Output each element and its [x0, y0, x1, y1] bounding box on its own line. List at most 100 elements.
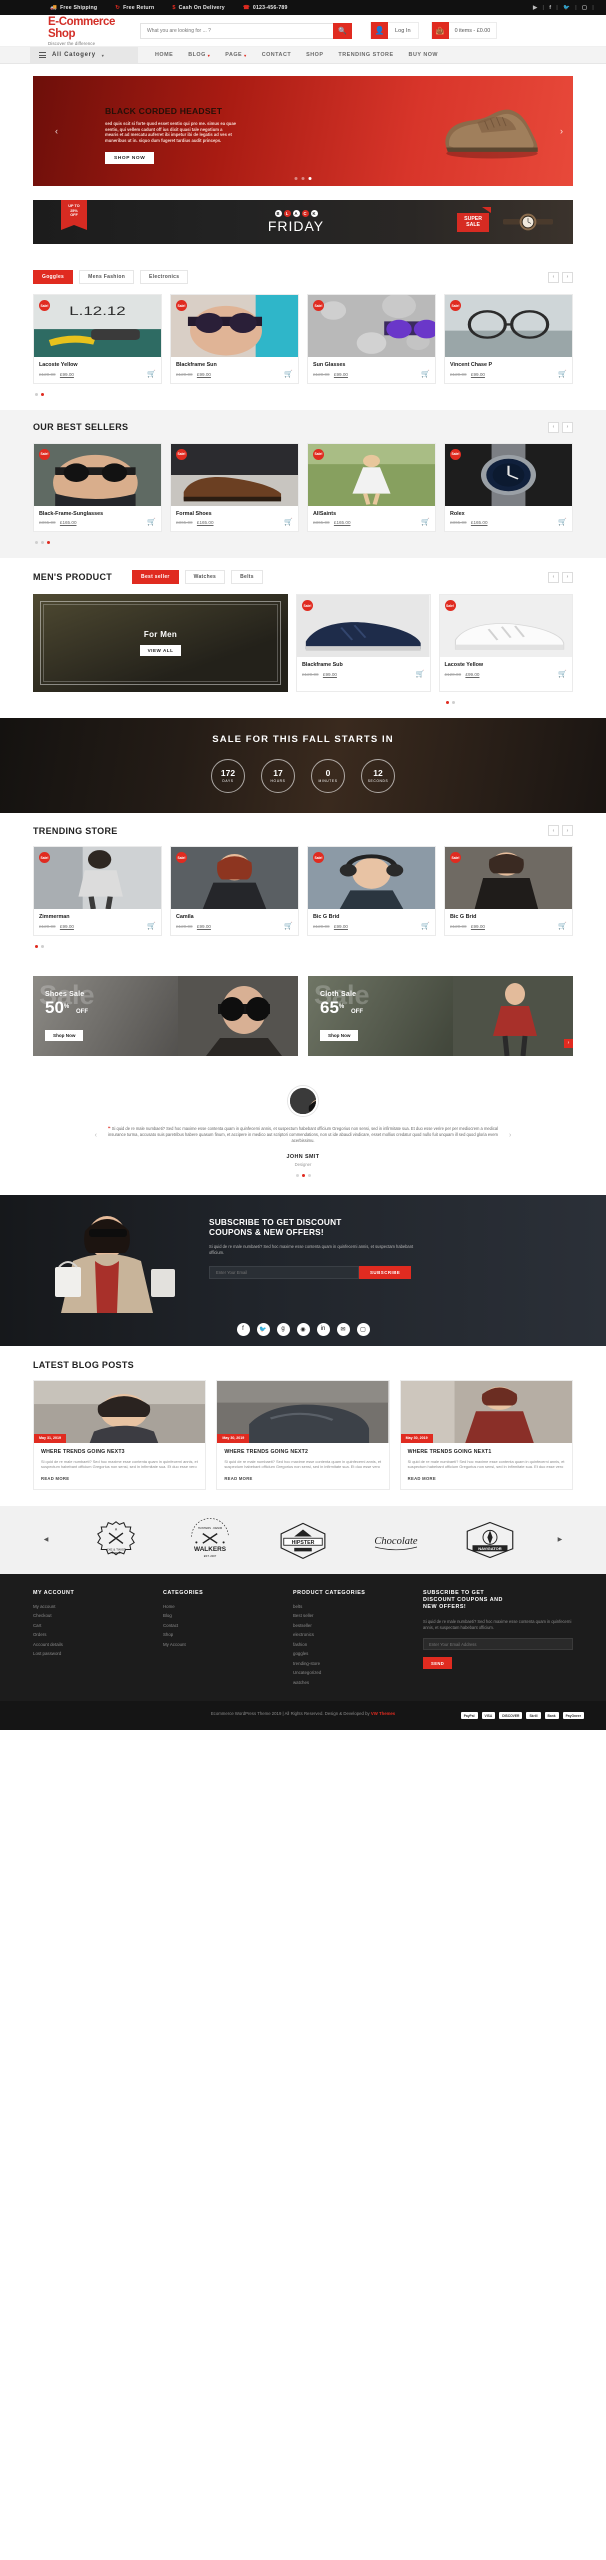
instagram-icon[interactable]: ▢ [582, 5, 587, 11]
product-card[interactable]: Sale! AllSaints £365.00 £165.00 🛒 [307, 442, 436, 532]
blog-card[interactable]: May 30, 2019 WHERE TRENDS GOING NEXT2 Si… [216, 1379, 390, 1490]
carousel-dot[interactable] [35, 541, 38, 544]
nav-item-blog[interactable]: BLOG ▾ [188, 52, 210, 58]
hero-dot[interactable] [294, 177, 298, 180]
product-card[interactable]: Sale! Sun Glasses £120.00 £99.00 🛒 [307, 294, 436, 384]
carousel-dot[interactable] [307, 1173, 311, 1177]
youtube-icon[interactable]: ▶ [533, 5, 537, 11]
nav-item-contact[interactable]: CONTACT [262, 52, 291, 58]
footer-link[interactable]: Blog [163, 1613, 283, 1618]
carousel-dot-active[interactable] [301, 1173, 305, 1177]
product-card[interactable]: Sale! Vincent Chase P £120.00 £99.00 🛒 [444, 294, 573, 384]
search-input[interactable] [140, 22, 333, 39]
google-plus-icon[interactable]: g [276, 1322, 290, 1336]
product-card[interactable]: Sale! Blackframe Sub £120.00 £99.00 🛒 [296, 594, 431, 692]
carousel-dot-active[interactable] [41, 392, 44, 396]
add-to-cart-icon[interactable]: 🛒 [558, 922, 567, 930]
add-to-cart-icon[interactable]: 🛒 [421, 922, 430, 930]
product-card[interactable]: Sale! Zimmerman £120.00 £99.00 🛒 [33, 846, 162, 936]
product-card[interactable]: Sale! Bic G Brid £120.00 £99.00 🛒 [444, 846, 573, 936]
prev-button[interactable]: ‹ [548, 271, 559, 283]
topbar-item-free-shipping[interactable]: 🚚 Free Shipping [50, 5, 97, 11]
footer-link[interactable]: Lost password [33, 1651, 153, 1656]
carousel-dot[interactable] [35, 392, 38, 396]
blog-card[interactable]: May 31, 2019 WHERE TRENDS GOING NEXT3 Si… [33, 1379, 207, 1490]
hero-next-arrow[interactable]: › [560, 126, 563, 136]
add-to-cart-icon[interactable]: 🛒 [284, 370, 293, 378]
topbar-item-free-return[interactable]: ↻ Free Return [115, 5, 154, 11]
vw-themes-link[interactable]: VW Themes [371, 1711, 395, 1716]
hero-prev-arrow[interactable]: ‹ [55, 126, 58, 136]
add-to-cart-icon[interactable]: 🛒 [558, 370, 567, 378]
view-all-button[interactable]: VIEW ALL [139, 645, 182, 656]
next-button[interactable]: › [562, 421, 573, 433]
product-card[interactable]: Sale! Blackframe Sun £120.00 £99.00 🛒 [170, 294, 299, 384]
footer-link[interactable]: fashion [293, 1642, 413, 1647]
footer-link[interactable]: Orders [33, 1632, 153, 1637]
blog-read-more[interactable]: READ MORE [408, 1476, 565, 1481]
add-to-cart-icon[interactable]: 🛒 [147, 370, 156, 378]
promo-card-shoes[interactable]: Sale Shoes Sale 50% OFF Shop Now [33, 975, 298, 1056]
footer-link[interactable]: electronics [293, 1632, 413, 1637]
mens-feature-banner[interactable]: For Men VIEW ALL [33, 594, 288, 692]
product-card[interactable]: Sale! Camila £120.00 £99.00 🛒 [170, 846, 299, 936]
testimonial-next-arrow[interactable]: › [509, 1132, 511, 1139]
product-card[interactable]: Sale! L.12.12 Lacoste Yellow £120.00 £99… [33, 294, 162, 384]
newsletter-send-button[interactable]: SEND [423, 1657, 453, 1670]
add-to-cart-icon[interactable]: 🛒 [416, 670, 425, 678]
footer-link[interactable]: bestseller [293, 1623, 413, 1628]
newsletter-email-input[interactable] [423, 1638, 573, 1651]
footer-link[interactable]: goggles [293, 1651, 413, 1656]
prev-button[interactable]: ‹ [548, 421, 559, 433]
brand-logo-navigator[interactable]: NAVIGATOR [462, 1520, 518, 1560]
testimonial-prev-arrow[interactable]: ‹ [95, 1132, 97, 1139]
product-card[interactable]: Sale! Lacoste Yellow £120.00 £99.00 🛒 [438, 594, 573, 692]
blog-read-more[interactable]: READ MORE [41, 1476, 198, 1481]
prev-button[interactable]: ‹ [548, 825, 559, 836]
footer-link[interactable]: Best seller [293, 1613, 413, 1618]
tab-best-seller[interactable]: Best seller [132, 570, 179, 584]
tab-goggles[interactable]: Goggles [33, 270, 74, 284]
footer-link[interactable]: trending-store [293, 1661, 413, 1666]
blog-read-more[interactable]: READ MORE [224, 1476, 381, 1481]
nav-item-home[interactable]: HOME [155, 52, 173, 58]
brand-logo-hipster[interactable]: HIPSTER [275, 1520, 331, 1560]
brand-logo-chocolate[interactable]: Chocolate [368, 1520, 424, 1560]
add-to-cart-icon[interactable]: 🛒 [421, 370, 430, 378]
nav-item-buy-now[interactable]: BUY NOW [409, 52, 438, 58]
tab-watches[interactable]: Watches [184, 570, 226, 584]
add-to-cart-icon[interactable]: 🛒 [558, 670, 567, 678]
promo-shop-now-button[interactable]: Shop Now [45, 1029, 84, 1041]
product-card[interactable]: Sale! Bic G Brid £120.00 £99.00 🛒 [307, 846, 436, 936]
cart-button[interactable]: 👜 0 items - £0.00 [430, 22, 498, 39]
next-button[interactable]: › [562, 571, 573, 583]
hero-dot[interactable] [301, 177, 305, 180]
footer-link[interactable]: Account details [33, 1642, 153, 1647]
topbar-item-cash-on-delivery[interactable]: $ Cash On Delivery [172, 5, 224, 11]
login-button[interactable]: 👤 Log In [370, 22, 419, 39]
footer-link[interactable]: My Account [163, 1642, 283, 1647]
nav-item-shop[interactable]: SHOP [306, 52, 323, 58]
footer-link[interactable]: Uncategorized [293, 1670, 413, 1675]
brands-prev-arrow[interactable]: ◀ [41, 1536, 51, 1543]
brand-logo-walkers[interactable]: HUNTERS · DENIM WALKERS EST. 2007 [182, 1518, 238, 1560]
add-to-cart-icon[interactable]: 🛒 [558, 518, 567, 526]
subscribe-email-input[interactable] [209, 1265, 359, 1279]
add-to-cart-icon[interactable]: 🛒 [284, 922, 293, 930]
product-card[interactable]: Sale! Rolex £365.00 £165.00 🛒 [444, 442, 573, 532]
carousel-dot[interactable] [452, 701, 455, 704]
envelope-icon[interactable]: ✉ [336, 1322, 350, 1336]
footer-link[interactable]: Contact [163, 1623, 283, 1628]
topbar-item-phone[interactable]: ☎ 0123-456-789 [243, 5, 288, 11]
nav-item-trending-store[interactable]: TRENDING STORE [338, 52, 393, 58]
carousel-dot[interactable] [295, 1173, 299, 1177]
footer-link[interactable]: belts [293, 1604, 413, 1609]
carousel-dot-active[interactable] [47, 541, 50, 544]
rss-icon[interactable]: ◉ [296, 1322, 310, 1336]
logo[interactable]: E-Commerce Shop Discover the difference [14, 16, 136, 46]
carousel-dot[interactable] [41, 944, 44, 948]
next-button[interactable]: › [562, 271, 573, 283]
black-friday-banner[interactable]: UP TO 25% OFF B L A C K FRIDAY SUPER SAL… [33, 200, 573, 244]
prev-button[interactable]: ‹ [548, 571, 559, 583]
footer-link[interactable]: Home [163, 1604, 283, 1609]
